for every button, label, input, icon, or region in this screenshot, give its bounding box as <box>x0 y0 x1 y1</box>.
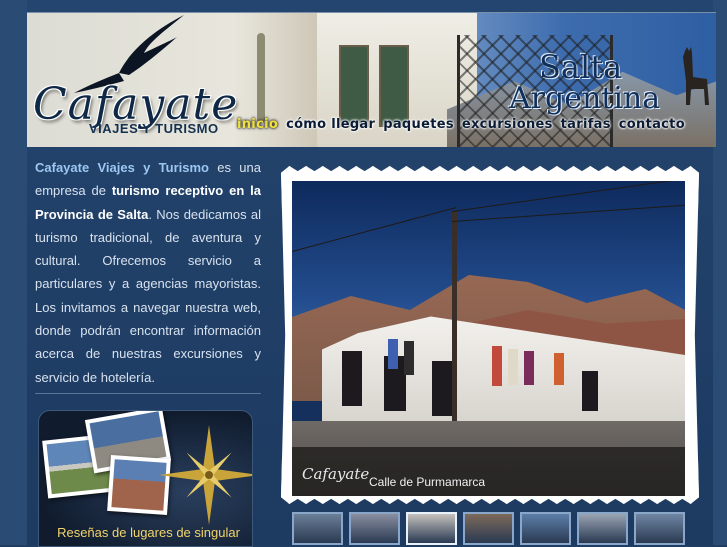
region-title-line1: Salta <box>539 48 623 86</box>
photo-utility-pole <box>452 211 457 421</box>
nav-item-contacto[interactable]: contacto <box>619 117 685 132</box>
hanging-textile-3 <box>492 346 502 386</box>
thumbnail-selected[interactable] <box>406 512 457 545</box>
page: Cafayate Viajes y Turismo Salta Argentin… <box>0 0 727 547</box>
hanging-textile-6 <box>554 353 564 385</box>
hanging-textile-4 <box>508 349 518 385</box>
thumbnail-strip <box>292 512 685 545</box>
page-margin-left <box>0 0 27 545</box>
thumbnail[interactable] <box>577 512 628 545</box>
hanging-textile-1 <box>388 339 398 369</box>
nav-item-excursiones[interactable]: excursiones <box>462 117 553 132</box>
thumbnail[interactable] <box>349 512 400 545</box>
thumbnail[interactable] <box>634 512 685 545</box>
intro-brand: Cafayate Viajes y Turismo <box>35 160 209 175</box>
main-nav: inicio cómo llegar paquetes excursiones … <box>237 117 685 132</box>
featured-photo[interactable]: Cafayate Calle de Purmamarca <box>292 181 685 496</box>
nav-item-tarifas[interactable]: tarifas <box>561 117 611 132</box>
nav-item-paquetes[interactable]: paquetes <box>383 117 454 132</box>
intro-text-2: . Nos dedicamos al turismo tradicional, … <box>35 206 261 385</box>
caption-bar: Cafayate <box>292 447 685 496</box>
nav-item-como-llegar[interactable]: cómo llegar <box>286 117 375 132</box>
logo-tagline: Viajes y Turismo <box>89 121 219 136</box>
caption-watermark: Cafayate <box>302 465 370 483</box>
promo-box[interactable]: Reseñas de lugares de singular <box>38 410 253 547</box>
photo-door-4 <box>582 371 598 411</box>
region-title-line2: Argentina <box>509 81 661 116</box>
site-header: Cafayate Viajes y Turismo Salta Argentin… <box>27 12 716 147</box>
photo-caption: Calle de Purmamarca <box>369 475 486 489</box>
hanging-textile-2 <box>404 341 414 375</box>
thumbnail[interactable] <box>520 512 571 545</box>
compass-rose-icon <box>159 425 252 525</box>
cactus-image <box>257 33 265 123</box>
thumbnail[interactable] <box>292 512 343 545</box>
hanging-textile-5 <box>524 351 534 385</box>
promo-text: Reseñas de lugares de singular <box>57 525 240 540</box>
llama-icon <box>683 47 709 105</box>
building-door-left <box>339 45 369 127</box>
nav-item-inicio[interactable]: inicio <box>237 117 278 132</box>
building-door-right <box>379 45 409 127</box>
divider <box>35 393 261 394</box>
intro-paragraph: Cafayate Viajes y Turismo es una empresa… <box>35 156 261 389</box>
thumbnail[interactable] <box>463 512 514 545</box>
photo-door-1 <box>342 351 362 406</box>
